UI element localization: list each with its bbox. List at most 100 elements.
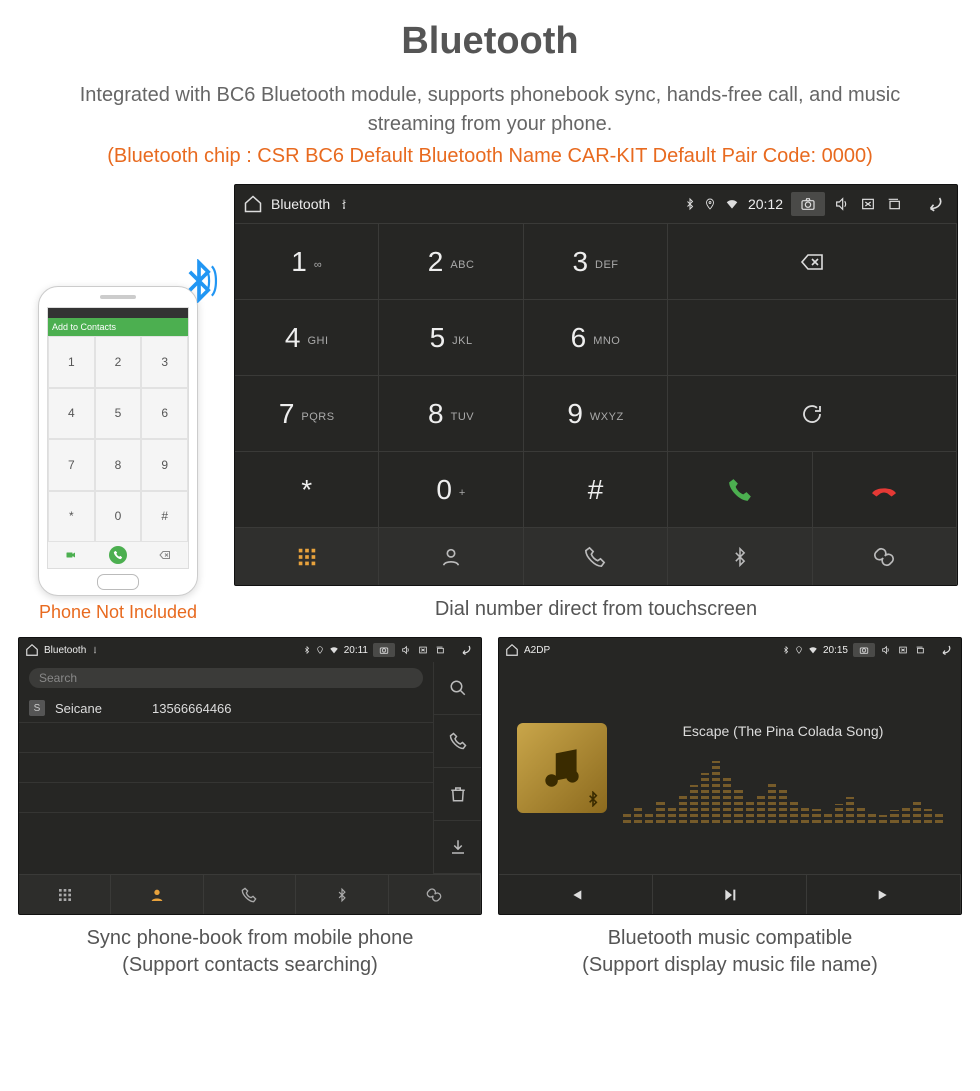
phone-key: 5 [95, 388, 142, 440]
wifi-icon [808, 645, 818, 655]
app-title: A2DP [524, 645, 550, 656]
volume-icon[interactable] [400, 645, 412, 655]
contact-row[interactable]: S Seicane 13566664466 [19, 694, 433, 723]
page-subtitle: Integrated with BC6 Bluetooth module, su… [18, 81, 962, 139]
dial-key-4[interactable]: 4GHI [235, 299, 379, 375]
phone-key: 7 [48, 439, 95, 491]
camera-icon[interactable] [791, 192, 825, 216]
track-title: Escape (The Pina Colada Song) [623, 723, 943, 739]
video-icon [48, 542, 95, 568]
wifi-icon [329, 645, 339, 655]
page-title: Bluetooth [18, 20, 962, 63]
dial-key-8[interactable]: 8TUV [379, 375, 523, 451]
tab-pair[interactable] [813, 528, 957, 585]
phone-caption: Phone Not Included [18, 602, 218, 623]
specs-line: (Bluetooth chip : CSR BC6 Default Blueto… [18, 145, 962, 168]
bluetooth-icon [303, 645, 311, 655]
home-icon[interactable] [25, 643, 39, 657]
dial-key-2[interactable]: 2ABC [379, 223, 523, 299]
next-button[interactable] [807, 875, 961, 914]
camera-icon[interactable] [853, 643, 875, 657]
tab-dialpad[interactable] [235, 528, 379, 585]
dial-key-3[interactable]: 3DEF [524, 223, 668, 299]
dial-key-6[interactable]: 6MNO [524, 299, 668, 375]
phone-key: 4 [48, 388, 95, 440]
back-icon[interactable] [457, 644, 475, 656]
download-icon[interactable] [434, 821, 481, 874]
back-icon[interactable] [921, 195, 949, 213]
phonebook-caption: Sync phone-book from mobile phone(Suppor… [18, 925, 482, 979]
phone-header: Add to Contacts [48, 318, 188, 336]
album-art [517, 723, 607, 813]
recent-icon[interactable] [434, 645, 446, 655]
close-icon[interactable] [417, 645, 429, 655]
dial-key-9[interactable]: 9WXYZ [524, 375, 668, 451]
location-icon [316, 645, 324, 655]
phone-key: 2 [95, 336, 142, 388]
tab-history[interactable] [204, 875, 296, 914]
recent-icon[interactable] [914, 645, 926, 655]
equalizer [623, 743, 943, 823]
tab-bluetooth[interactable] [296, 875, 388, 914]
clock: 20:15 [823, 645, 848, 656]
contact-name: Seicane [55, 701, 102, 716]
phone-key: 1 [48, 336, 95, 388]
usb-icon [338, 197, 350, 211]
dial-key-5[interactable]: 5JKL [379, 299, 523, 375]
bluetooth-icon [684, 197, 696, 211]
home-icon[interactable] [505, 643, 519, 657]
phonebook-screenshot: Bluetooth 20:11 Search [18, 637, 482, 915]
call-icon[interactable] [434, 715, 481, 768]
dial-key-0[interactable]: 0+ [379, 451, 523, 527]
dial-key-7[interactable]: 7PQRS [235, 375, 379, 451]
call-icon [109, 546, 127, 564]
usb-icon [91, 645, 99, 655]
main-caption: Dial number direct from touchscreen [234, 596, 958, 623]
phone-key: 6 [141, 388, 188, 440]
phone-keypad: 123456789*0# [48, 336, 188, 542]
camera-icon[interactable] [373, 643, 395, 657]
phone-key: 9 [141, 439, 188, 491]
tab-contacts[interactable] [379, 528, 523, 585]
app-title: Bluetooth [271, 196, 330, 212]
close-icon[interactable] [859, 196, 877, 212]
backspace-button[interactable] [668, 223, 957, 299]
wifi-icon [724, 197, 740, 211]
home-icon[interactable] [243, 194, 263, 214]
dialer-grid: 1∞2ABC3DEF 4GHI5JKL6MNO 7PQRS8TUV9WXYZ *0+# [235, 223, 957, 527]
dial-key-#[interactable]: # [524, 451, 668, 527]
contact-row [19, 813, 433, 874]
contact-number: 13566664466 [152, 701, 232, 716]
recent-icon[interactable] [885, 196, 903, 212]
tab-contacts[interactable] [111, 875, 203, 914]
hangup-button[interactable] [813, 451, 957, 527]
search-icon[interactable] [434, 662, 481, 715]
prev-button[interactable] [499, 875, 653, 914]
redial-button[interactable] [668, 375, 957, 451]
volume-icon[interactable] [833, 196, 851, 212]
dial-key-*[interactable]: * [235, 451, 379, 527]
phone-mockup: Add to Contacts 123456789*0# [38, 286, 198, 596]
clock: 20:12 [748, 196, 783, 212]
delete-icon[interactable] [434, 768, 481, 821]
bluetooth-signal-icon [177, 259, 221, 303]
tab-dialpad[interactable] [19, 875, 111, 914]
close-icon[interactable] [897, 645, 909, 655]
phone-key: 0 [95, 491, 142, 543]
play-pause-button[interactable] [653, 875, 807, 914]
phone-key: 3 [141, 336, 188, 388]
volume-icon[interactable] [880, 645, 892, 655]
phone-key: * [48, 491, 95, 543]
search-input[interactable]: Search [29, 668, 423, 688]
bluetooth-icon [782, 645, 790, 655]
call-button[interactable] [668, 451, 812, 527]
back-icon[interactable] [937, 644, 955, 656]
dial-key-1[interactable]: 1∞ [235, 223, 379, 299]
tab-pair[interactable] [389, 875, 481, 914]
blank [668, 299, 957, 375]
tab-bluetooth[interactable] [668, 528, 812, 585]
tab-history[interactable] [524, 528, 668, 585]
location-icon [795, 645, 803, 655]
backspace-icon [141, 542, 188, 568]
phone-key: 8 [95, 439, 142, 491]
